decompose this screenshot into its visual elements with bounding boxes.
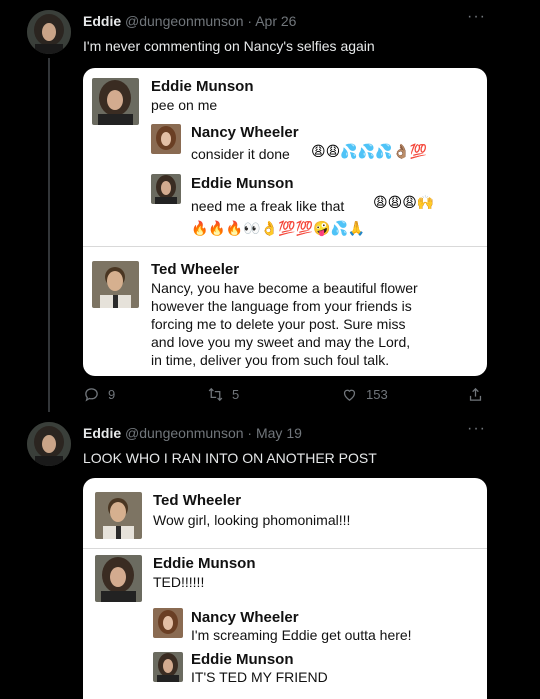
heart-icon — [343, 389, 356, 401]
author-name[interactable]: Eddie — [83, 13, 121, 29]
eddie-text: IT'S TED MY FRIEND — [191, 669, 328, 685]
eddie-name: Eddie Munson — [153, 555, 256, 572]
ted-name: Ted Wheeler — [151, 261, 240, 278]
author-handle-date[interactable]: @dungeonmunson · May 19 — [125, 425, 302, 441]
reply-icon — [85, 388, 98, 402]
nancy-avatar — [153, 608, 183, 638]
nancy-name: Nancy Wheeler — [191, 609, 299, 626]
nancy-text: I'm screaming Eddie get outta here! — [191, 627, 412, 643]
reply-emoji: 😩😩😩🙌 — [373, 195, 435, 211]
reply-button[interactable]: 9 — [83, 386, 115, 403]
divider — [83, 548, 487, 549]
reply-emoji: 😩😩💦💦💦👌🏽💯 — [311, 144, 428, 160]
eddie-avatar — [92, 78, 139, 125]
tweet-text: LOOK WHO I RAN INTO ON ANOTHER POST — [83, 450, 377, 466]
reply-author: Eddie Munson — [191, 175, 294, 192]
tweet-text: I'm never commenting on Nancy's selfies … — [83, 38, 375, 54]
author-name[interactable]: Eddie — [83, 425, 121, 441]
comment-line: and love you my sweet and may the Lord, — [151, 334, 411, 350]
more-options-icon[interactable]: ··· — [467, 8, 486, 26]
comment-line: however the language from your friends i… — [151, 298, 412, 314]
comment-line: Nancy, you have become a beautiful flowe… — [151, 280, 418, 296]
comment-line: in time, deliver you from such foul talk… — [151, 352, 390, 368]
tweet-2[interactable]: Eddie @dungeonmunson · May 19 ··· LOOK W… — [0, 412, 540, 699]
post-text: pee on me — [151, 97, 218, 113]
screenshot-card[interactable]: Eddie Munson pee on me Nancy Wheeler con… — [83, 68, 487, 376]
reply-text: need me a freak like that — [191, 198, 345, 214]
post-author: Eddie Munson — [151, 78, 254, 95]
ted-avatar — [92, 261, 139, 308]
eddie-name: Eddie Munson — [191, 651, 294, 668]
like-count: 153 — [366, 387, 388, 402]
share-icon — [469, 387, 482, 401]
ted-name: Ted Wheeler — [153, 492, 242, 509]
eddie-avatar — [95, 555, 142, 602]
thread-line — [48, 58, 50, 412]
nancy-avatar — [151, 124, 181, 154]
avatar[interactable] — [27, 10, 71, 54]
tweet-actions: 9 5 153 — [83, 386, 503, 408]
eddie-avatar-small — [151, 174, 181, 204]
ted-comment: Nancy, you have become a beautiful flowe… — [151, 279, 418, 369]
divider — [83, 246, 487, 247]
retweet-count: 5 — [232, 387, 240, 402]
reply-text: consider it done — [191, 146, 290, 162]
tweet-header: Eddie @dungeonmunson · May 19 — [83, 425, 302, 441]
ted-avatar — [95, 492, 142, 539]
reply-emoji-line2: 🔥🔥🔥👀👌💯💯🤪💦🙏 — [191, 221, 366, 237]
author-handle-date[interactable]: @dungeonmunson · Apr 26 — [125, 13, 296, 29]
like-button[interactable]: 153 — [341, 386, 388, 403]
more-options-icon[interactable]: ··· — [467, 420, 486, 438]
share-button[interactable] — [467, 386, 484, 403]
avatar[interactable] — [27, 422, 71, 466]
eddie-text: TED!!!!!! — [153, 574, 205, 590]
retweet-button[interactable]: 5 — [207, 386, 239, 403]
tweet-header: Eddie @dungeonmunson · Apr 26 — [83, 13, 296, 29]
tweet-1[interactable]: Eddie @dungeonmunson · Apr 26 ··· I'm ne… — [0, 0, 540, 412]
reply-count: 9 — [108, 387, 116, 402]
reply-author: Nancy Wheeler — [191, 124, 299, 141]
ted-text: Wow girl, looking phomonimal!!! — [153, 512, 351, 528]
comment-line: forcing me to delete your post. Sure mis… — [151, 316, 406, 332]
retweet-icon — [208, 387, 223, 402]
eddie-avatar-small — [153, 652, 183, 682]
screenshot-card[interactable]: Ted Wheeler Wow girl, looking phomonimal… — [83, 478, 487, 699]
